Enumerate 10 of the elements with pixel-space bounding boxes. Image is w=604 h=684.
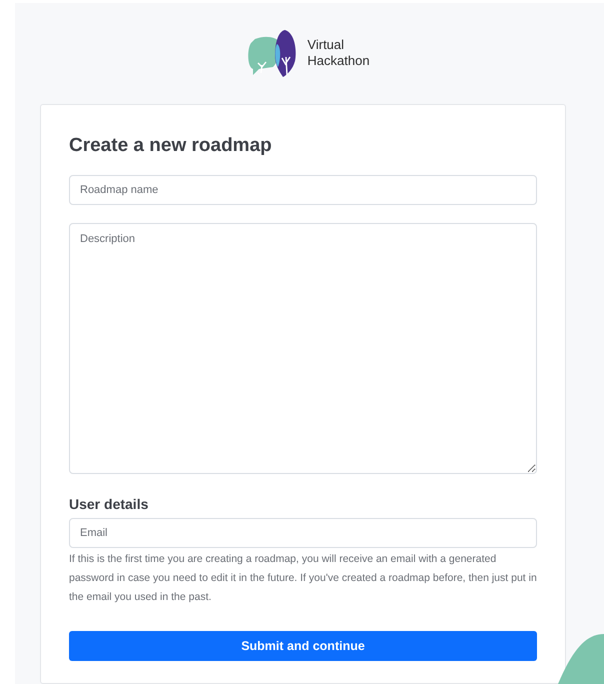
blob-decoration-icon [558, 634, 604, 684]
roadmap-name-field[interactable]: Roadmap name [69, 175, 537, 205]
email-field[interactable]: Email [69, 518, 537, 548]
brand-name: Virtual [307, 37, 346, 53]
help-text: If this is the first time you are creating a roadmap, you will receive an email with a generated password in case you need to edit it in the future. If you've created a roadmap before, then just put in the email you used in the past. [69, 552, 537, 605]
section-title: User details [69, 495, 150, 514]
description-field[interactable]: Description [69, 223, 537, 474]
form-title: Create a new roadmap [69, 134, 273, 158]
brand-name: Hackathon [307, 53, 370, 69]
submit-button[interactable]: Submit and continue [69, 631, 537, 661]
